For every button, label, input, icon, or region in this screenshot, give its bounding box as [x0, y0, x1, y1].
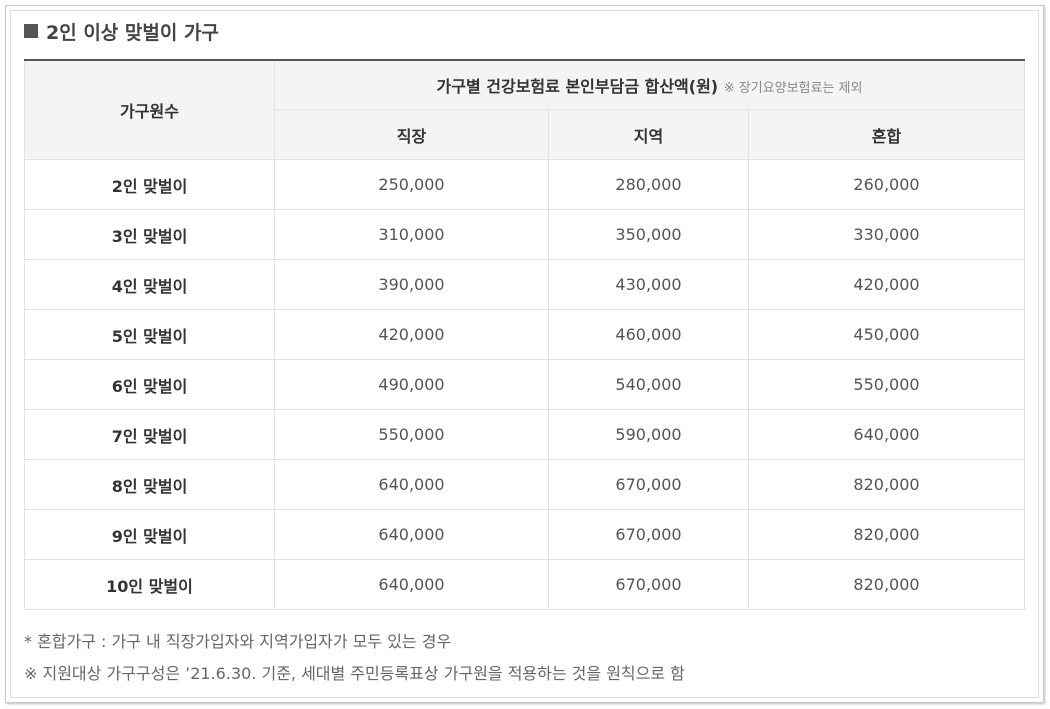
- cell-regional: 540,000: [548, 359, 749, 410]
- group-header-title: 가구별 건강보험료 본인부담금 합산액(원): [436, 77, 719, 96]
- cell-mixed: 640,000: [747, 409, 1026, 460]
- row-label: 6인 맞벌이: [24, 359, 275, 410]
- cell-workplace: 250,000: [274, 159, 549, 210]
- row-label: 10인 맞벌이: [24, 559, 275, 610]
- table-row: 8인 맞벌이 640,000 670,000 820,000: [24, 459, 1026, 510]
- cell-workplace: 420,000: [274, 309, 549, 360]
- section-heading: 2인 이상 맞벌이 가구: [24, 18, 219, 44]
- cell-mixed: 450,000: [747, 309, 1026, 360]
- square-bullet-icon: [24, 24, 38, 38]
- cell-regional: 670,000: [548, 459, 749, 510]
- row-label: 2인 맞벌이: [24, 159, 275, 210]
- cell-workplace: 490,000: [274, 359, 549, 410]
- table-row: 10인 맞벌이 640,000 670,000 820,000: [24, 559, 1026, 610]
- row-header-label: 가구원수: [24, 59, 275, 160]
- heading-text: 2인 이상 맞벌이 가구: [46, 21, 219, 44]
- cell-regional: 670,000: [548, 509, 749, 560]
- group-header: 가구별 건강보험료 본인부담금 합산액(원) ※ 장기요양보험료는 제외: [273, 59, 1026, 110]
- cell-workplace: 390,000: [274, 259, 549, 310]
- row-label: 3인 맞벌이: [24, 209, 275, 260]
- cell-regional: 590,000: [548, 409, 749, 460]
- cell-mixed: 820,000: [747, 559, 1026, 610]
- column-header-workplace: 직장: [274, 109, 549, 160]
- row-label: 5인 맞벌이: [24, 309, 275, 360]
- table-row: 2인 맞벌이 250,000 280,000 260,000: [24, 159, 1026, 210]
- cell-regional: 280,000: [548, 159, 749, 210]
- cell-mixed: 820,000: [747, 459, 1026, 510]
- column-header-regional: 지역: [548, 109, 749, 160]
- premium-table: 가구원수 가구별 건강보험료 본인부담금 합산액(원) ※ 장기요양보험료는 제…: [24, 59, 1026, 610]
- header-row-group: 가구원수 가구별 건강보험료 본인부담금 합산액(원) ※ 장기요양보험료는 제…: [24, 59, 1026, 160]
- cell-regional: 670,000: [548, 559, 749, 610]
- table-row: 7인 맞벌이 550,000 590,000 640,000: [24, 409, 1026, 460]
- cell-regional: 460,000: [548, 309, 749, 360]
- table-row: 5인 맞벌이 420,000 460,000 450,000: [24, 309, 1026, 360]
- cell-regional: 430,000: [548, 259, 749, 310]
- cell-workplace: 310,000: [274, 209, 549, 260]
- row-label: 4인 맞벌이: [24, 259, 275, 310]
- row-label: 7인 맞벌이: [24, 409, 275, 460]
- cell-mixed: 820,000: [747, 509, 1026, 560]
- column-header-mixed: 혼합: [747, 109, 1026, 160]
- group-header-note: ※ 장기요양보험료는 제외: [723, 81, 863, 96]
- cell-mixed: 330,000: [747, 209, 1026, 260]
- cell-mixed: 550,000: [747, 359, 1026, 410]
- cell-workplace: 640,000: [274, 559, 549, 610]
- cell-workplace: 640,000: [274, 459, 549, 510]
- footnote-eligibility: ※ 지원대상 가구구성은 ’21.6.30. 기준, 세대별 주민등록표상 가구…: [24, 664, 685, 683]
- table-row: 9인 맞벌이 640,000 670,000 820,000: [24, 509, 1026, 560]
- cell-workplace: 550,000: [274, 409, 549, 460]
- row-label: 9인 맞벌이: [24, 509, 275, 560]
- cell-workplace: 640,000: [274, 509, 549, 560]
- table-row: 4인 맞벌이 390,000 430,000 420,000: [24, 259, 1026, 310]
- footnote-mixed-household: * 혼합가구 : 가구 내 직장가입자와 지역가입자가 모두 있는 경우: [24, 632, 452, 651]
- cell-mixed: 420,000: [747, 259, 1026, 310]
- table-row: 6인 맞벌이 490,000 540,000 550,000: [24, 359, 1026, 410]
- row-label: 8인 맞벌이: [24, 459, 275, 510]
- table-row: 3인 맞벌이 310,000 350,000 330,000: [24, 209, 1026, 260]
- cell-regional: 350,000: [548, 209, 749, 260]
- cell-mixed: 260,000: [747, 159, 1026, 210]
